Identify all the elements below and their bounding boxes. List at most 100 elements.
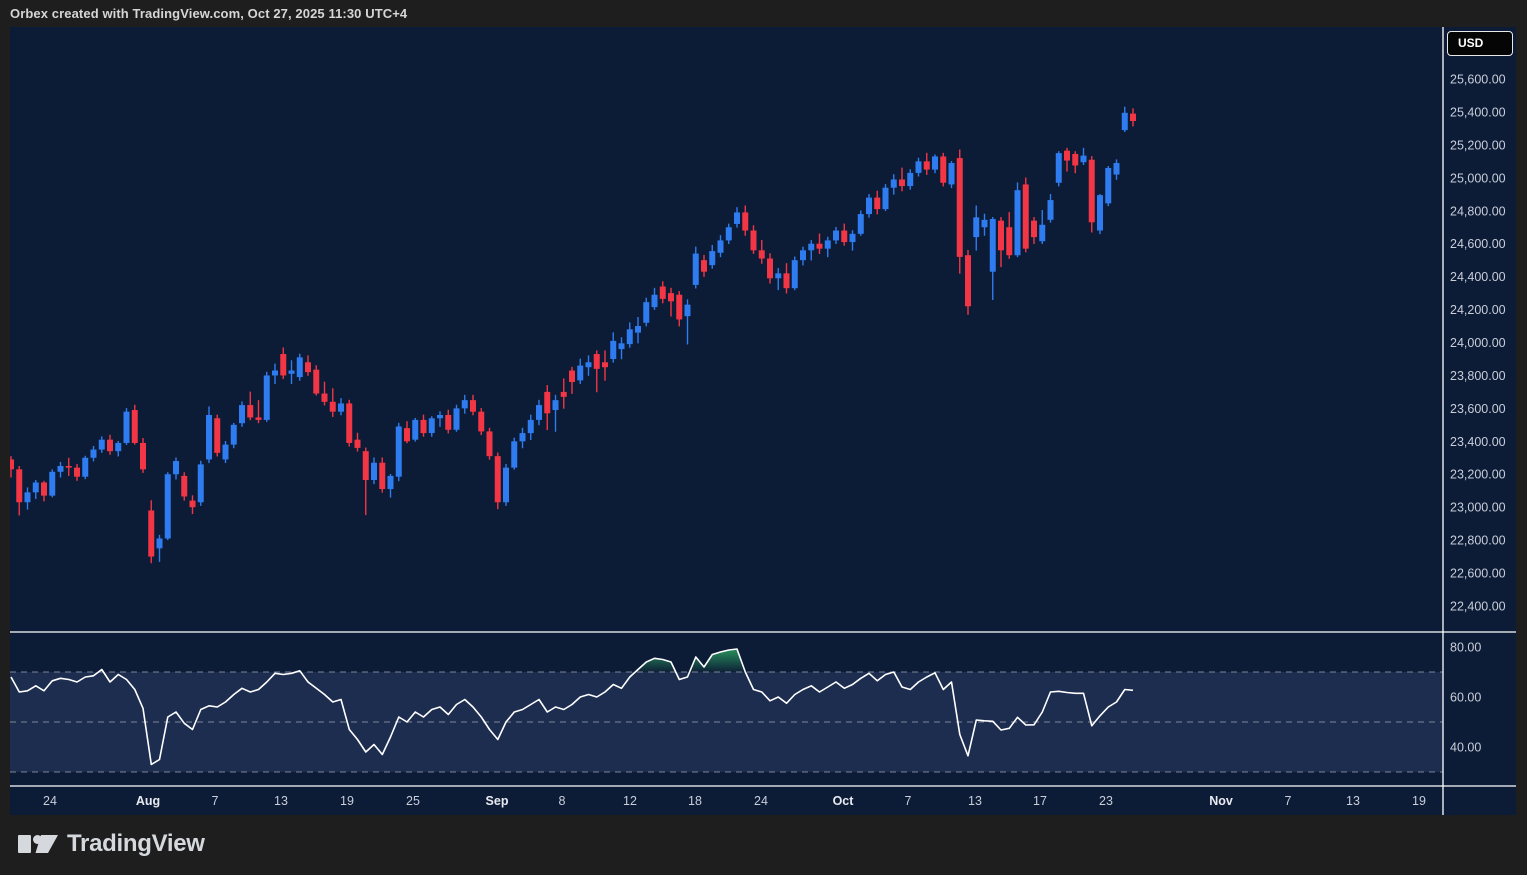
price-tick-label: 23,400.00 bbox=[1450, 435, 1506, 449]
candle-body bbox=[173, 461, 179, 474]
candle-body bbox=[181, 476, 187, 497]
candle-body bbox=[454, 408, 460, 429]
candle-body bbox=[115, 443, 121, 451]
price-tick-label: 22,600.00 bbox=[1450, 567, 1506, 581]
candle-body bbox=[10, 459, 14, 469]
chart-canvas[interactable]: 25,600.0025,400.0025,200.0025,000.0024,8… bbox=[10, 27, 1516, 815]
candle-body bbox=[652, 295, 658, 307]
candle-body bbox=[709, 251, 715, 265]
candle-body bbox=[784, 273, 790, 288]
time-tick-label: 24 bbox=[754, 794, 768, 808]
price-tick-label: 24,000.00 bbox=[1450, 336, 1506, 350]
candle-body bbox=[635, 326, 641, 333]
candle-body bbox=[528, 420, 534, 433]
time-tick-label: 7 bbox=[1285, 794, 1292, 808]
price-tick-label: 24,600.00 bbox=[1450, 237, 1506, 251]
candle-body bbox=[132, 410, 138, 443]
candle-body bbox=[817, 244, 823, 249]
price-tick-label: 23,800.00 bbox=[1450, 369, 1506, 383]
candle-body bbox=[412, 420, 418, 440]
candle-body bbox=[445, 415, 451, 430]
rsi-pane[interactable] bbox=[10, 649, 1443, 772]
time-tick-label: Nov bbox=[1209, 794, 1233, 808]
candle-body bbox=[478, 412, 484, 432]
candle-body bbox=[668, 293, 674, 301]
price-tick-label: 25,600.00 bbox=[1450, 73, 1506, 87]
candle-body bbox=[907, 173, 913, 186]
candle-body bbox=[1056, 153, 1062, 183]
candle-body bbox=[470, 400, 476, 412]
candle-body bbox=[899, 179, 905, 186]
candle-body bbox=[322, 394, 328, 402]
time-tick-label: 19 bbox=[340, 794, 354, 808]
time-tick-label: Sep bbox=[486, 794, 509, 808]
time-tick-label: 7 bbox=[905, 794, 912, 808]
candle-body bbox=[792, 260, 798, 288]
candle-body bbox=[610, 341, 616, 359]
candle-body bbox=[231, 425, 237, 445]
time-tick-label: Aug bbox=[136, 794, 160, 808]
candle-body bbox=[602, 362, 608, 367]
candle-body bbox=[553, 400, 559, 410]
candlestick-series[interactable] bbox=[10, 107, 1136, 563]
candle-body bbox=[99, 440, 105, 450]
candle-body bbox=[66, 466, 72, 468]
candle-body bbox=[734, 212, 740, 224]
candle-body bbox=[214, 418, 220, 453]
candle-body bbox=[536, 405, 542, 420]
price-tick-label: 22,400.00 bbox=[1450, 599, 1506, 613]
candle-body bbox=[693, 254, 699, 285]
time-tick-label: 23 bbox=[1099, 794, 1113, 808]
price-tick-label: 23,600.00 bbox=[1450, 402, 1506, 416]
candle-body bbox=[223, 445, 229, 460]
candle-body bbox=[264, 375, 270, 419]
candle-body bbox=[313, 370, 319, 394]
time-tick-label: 17 bbox=[1033, 794, 1047, 808]
candle-body bbox=[808, 244, 814, 251]
price-axis[interactable]: 25,600.0025,400.0025,200.0025,000.0024,8… bbox=[1450, 73, 1506, 755]
time-axis[interactable]: 24Aug7131925Sep8121824Oct7131723Nov71319 bbox=[43, 794, 1426, 808]
candle-body bbox=[940, 156, 946, 182]
candle-body bbox=[503, 468, 509, 503]
candle-body bbox=[685, 305, 691, 317]
rsi-tick-label: 40.00 bbox=[1450, 741, 1481, 755]
chart-area[interactable]: 25,600.0025,400.0025,200.0025,000.0024,8… bbox=[10, 27, 1516, 815]
candle-body bbox=[866, 198, 872, 214]
candle-body bbox=[949, 163, 955, 184]
time-tick-label: 12 bbox=[623, 794, 637, 808]
footer-bar: TradingView bbox=[0, 815, 1527, 875]
candle-body bbox=[916, 161, 922, 173]
candle-body bbox=[148, 510, 154, 556]
time-tick-label: 25 bbox=[406, 794, 420, 808]
candle-body bbox=[883, 188, 889, 209]
candle-body bbox=[1105, 168, 1111, 203]
candle-body bbox=[297, 357, 303, 377]
price-tick-label: 24,200.00 bbox=[1450, 303, 1506, 317]
candle-body bbox=[544, 392, 550, 413]
candle-body bbox=[16, 469, 22, 502]
currency-badge[interactable]: USD bbox=[1447, 31, 1513, 56]
candle-body bbox=[643, 302, 649, 323]
candle-body bbox=[49, 472, 55, 496]
candle-body bbox=[198, 464, 204, 502]
candle-body bbox=[462, 400, 468, 408]
candle-body bbox=[239, 405, 245, 423]
candle-body bbox=[874, 198, 880, 210]
candle-body bbox=[495, 456, 501, 502]
candle-body bbox=[825, 240, 831, 248]
time-tick-label: 13 bbox=[1346, 794, 1360, 808]
candle-body bbox=[190, 501, 196, 508]
candle-body bbox=[107, 440, 113, 452]
snapshot-title: Orbex created with TradingView.com, Oct … bbox=[10, 6, 407, 21]
candle-body bbox=[1006, 227, 1012, 255]
candle-body bbox=[305, 362, 311, 372]
candle-body bbox=[1015, 190, 1021, 255]
candle-body bbox=[82, 458, 88, 477]
candle-body bbox=[280, 354, 286, 375]
candle-body bbox=[891, 179, 897, 187]
candle-body bbox=[990, 219, 996, 272]
candle-body bbox=[965, 255, 971, 306]
price-tick-label: 24,400.00 bbox=[1450, 270, 1506, 284]
candle-body bbox=[627, 329, 633, 344]
candle-body bbox=[404, 428, 410, 441]
